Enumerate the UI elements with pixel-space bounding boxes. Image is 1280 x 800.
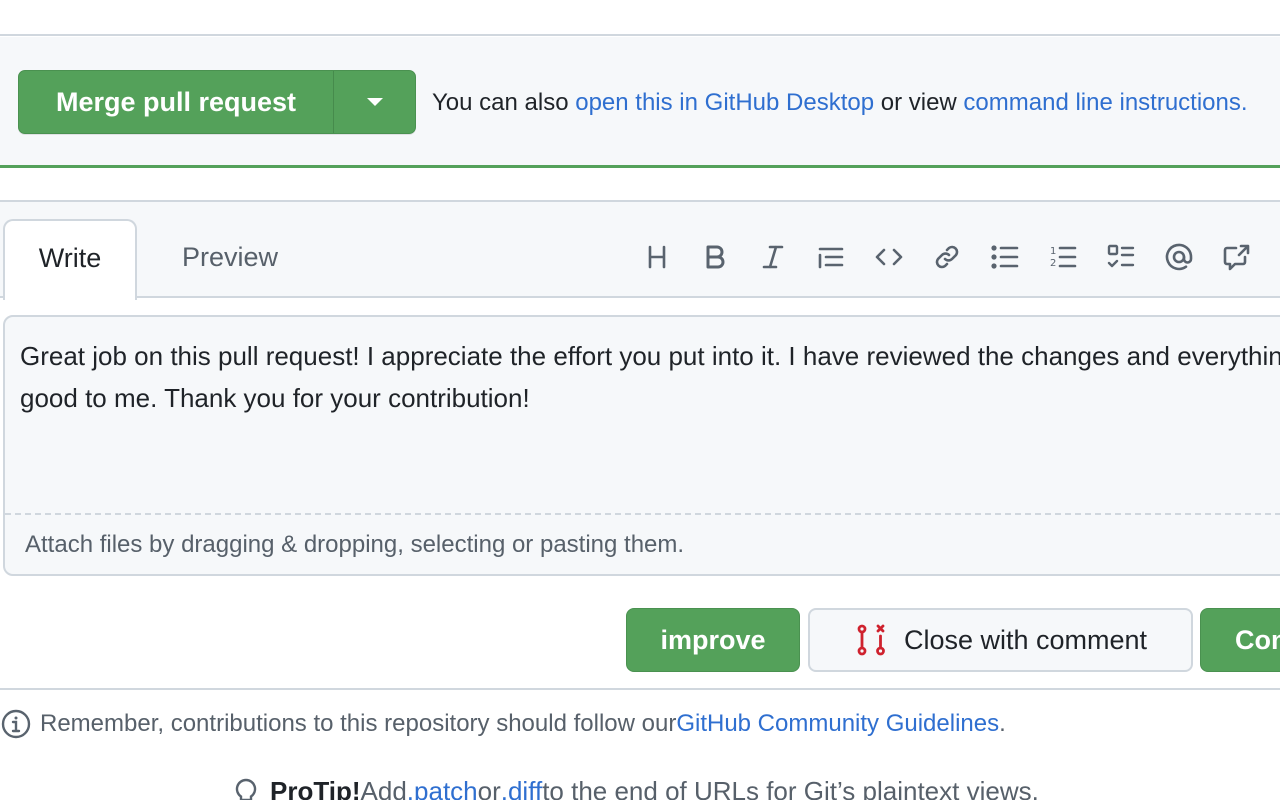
close-with-comment-button[interactable]: Close with comment — [808, 608, 1193, 672]
heading-button[interactable] — [628, 236, 686, 278]
quote-button[interactable] — [802, 236, 860, 278]
mention-button[interactable] — [1150, 236, 1208, 278]
merge-box: Merge pull request You can also open thi… — [0, 37, 1280, 168]
community-guidelines-note: Remember, contributions to this reposito… — [0, 708, 1006, 740]
bold-button[interactable] — [686, 236, 744, 278]
triangle-down-icon — [366, 98, 383, 106]
divider — [0, 688, 1280, 690]
mention-icon — [1165, 243, 1193, 271]
bold-icon — [706, 245, 725, 269]
merge-note: You can also open this in GitHub Desktop… — [432, 89, 1248, 117]
unordered-list-button[interactable] — [976, 236, 1034, 278]
comment-button[interactable]: Comment — [1200, 608, 1280, 672]
diff-link[interactable]: .diff — [501, 776, 542, 800]
editor-header: Write Preview 12 — [0, 200, 1280, 300]
comment-textarea[interactable]: Great job on this pull request! I apprec… — [20, 335, 1280, 419]
link-icon — [935, 245, 959, 269]
command-line-instructions-link[interactable]: command line instructions. — [963, 89, 1247, 116]
markdown-toolbar: 12 — [628, 236, 1266, 278]
tab-write[interactable]: Write — [3, 219, 137, 300]
list-unordered-icon — [991, 245, 1019, 269]
protip-text: to the end of URLs for Git’s plaintext v… — [542, 776, 1039, 800]
quote-icon — [818, 247, 844, 269]
protip-label: ProTip! — [270, 776, 361, 800]
ordered-list-button[interactable]: 12 — [1034, 236, 1092, 278]
github-desktop-link[interactable]: open this in GitHub Desktop — [575, 89, 874, 116]
italic-icon — [762, 245, 784, 269]
svg-text:1: 1 — [1050, 246, 1056, 257]
info-icon — [1, 709, 31, 739]
git-pull-request-closed-icon — [857, 624, 885, 656]
comment-textarea-container: Great job on this pull request! I apprec… — [3, 315, 1280, 576]
heading-icon — [648, 245, 666, 269]
attach-files-text[interactable]: Attach files by dragging & dropping, sel… — [25, 531, 684, 559]
task-list-button[interactable] — [1092, 236, 1150, 278]
tab-preview[interactable]: Preview — [155, 219, 305, 299]
community-guidelines-link[interactable]: GitHub Community Guidelines — [676, 710, 999, 738]
merge-pull-request-button[interactable]: Merge pull request — [19, 71, 333, 133]
code-icon — [875, 248, 903, 266]
light-bulb-icon — [235, 778, 257, 800]
top-strip — [0, 0, 1280, 36]
patch-link[interactable]: .patch — [407, 776, 478, 800]
cross-reference-button[interactable] — [1208, 236, 1266, 278]
guidelines-suffix: . — [999, 710, 1006, 737]
code-button[interactable] — [860, 236, 918, 278]
link-button[interactable] — [918, 236, 976, 278]
merge-button-group: Merge pull request — [18, 70, 416, 134]
file-attachment-bar[interactable]: Attach files by dragging & dropping, sel… — [5, 513, 1280, 576]
italic-button[interactable] — [744, 236, 802, 278]
tasklist-icon — [1107, 244, 1135, 268]
close-with-comment-label: Close with comment — [903, 624, 1148, 655]
merge-note-middle: or view — [874, 89, 964, 116]
protip-text: or — [477, 776, 501, 800]
merge-note-prefix: You can also — [432, 89, 576, 116]
merge-method-dropdown[interactable] — [333, 71, 415, 133]
protip: ProTip! Add .patch or .diff to the end o… — [232, 776, 1039, 800]
improve-button[interactable]: improve — [626, 608, 800, 672]
guidelines-prefix: Remember, contributions to this reposito… — [40, 710, 677, 737]
list-ordered-icon: 12 — [1050, 246, 1077, 269]
protip-text: Add — [360, 776, 407, 800]
cross-reference-icon — [1223, 244, 1250, 271]
svg-text:2: 2 — [1050, 258, 1056, 269]
